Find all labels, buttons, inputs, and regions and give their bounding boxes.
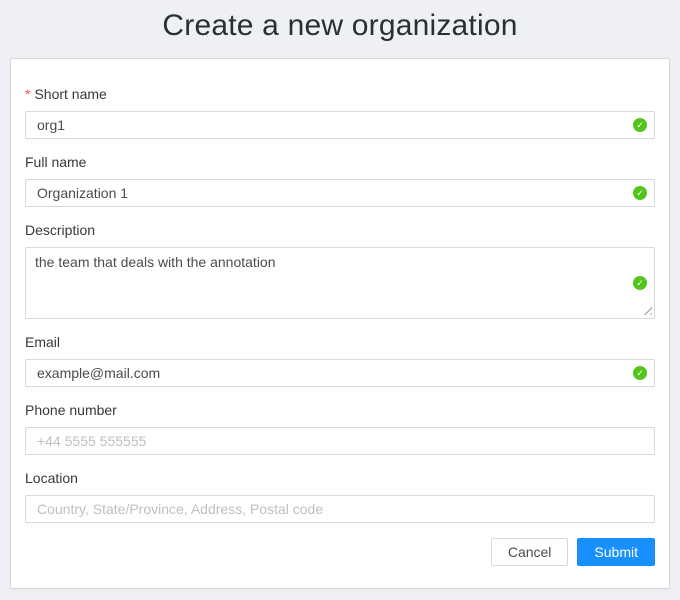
email-label: Email [25,334,655,350]
create-organization-page: Create a new organization *Short name ✓ … [0,9,680,589]
description-label: Description [25,222,655,238]
field-phone-number: Phone number [25,402,655,455]
success-check-icon: ✓ [633,366,647,380]
description-label-text: Description [25,222,95,238]
field-short-name: *Short name ✓ [25,86,655,139]
required-asterisk: * [25,86,30,102]
email-label-text: Email [25,334,60,350]
field-location: Location [25,470,655,523]
location-input-wrap [25,495,655,523]
short-name-input[interactable] [25,111,655,139]
form-actions: Cancel Submit [25,538,655,566]
success-check-icon: ✓ [633,276,647,290]
full-name-input[interactable] [25,179,655,207]
field-full-name: Full name ✓ [25,154,655,207]
page-title: Create a new organization [0,9,680,43]
location-label-text: Location [25,470,78,486]
field-email: Email ✓ [25,334,655,387]
field-description: Description the team that deals with the… [25,222,655,319]
description-input-wrap: the team that deals with the annotation … [25,247,655,319]
short-name-label-text: Short name [34,86,106,102]
email-input-wrap: ✓ [25,359,655,387]
description-textarea[interactable]: the team that deals with the annotation [25,247,655,319]
success-check-icon: ✓ [633,186,647,200]
email-input[interactable] [25,359,655,387]
submit-button[interactable]: Submit [577,538,655,566]
short-name-label: *Short name [25,86,655,102]
phone-number-label: Phone number [25,402,655,418]
success-check-icon: ✓ [633,118,647,132]
location-input[interactable] [25,495,655,523]
phone-number-label-text: Phone number [25,402,117,418]
short-name-input-wrap: ✓ [25,111,655,139]
organization-form-card: *Short name ✓ Full name ✓ Description th… [10,58,670,589]
full-name-label-text: Full name [25,154,86,170]
location-label: Location [25,470,655,486]
full-name-label: Full name [25,154,655,170]
phone-number-input-wrap [25,427,655,455]
cancel-button[interactable]: Cancel [491,538,569,566]
phone-number-input[interactable] [25,427,655,455]
full-name-input-wrap: ✓ [25,179,655,207]
